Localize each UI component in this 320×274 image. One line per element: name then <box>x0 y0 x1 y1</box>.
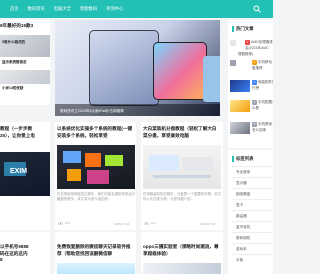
hot-4-link-line2[interactable]: 么看 <box>252 106 273 112</box>
tag-item[interactable]: 固态硬盘 <box>232 188 273 199</box>
tag-item[interactable]: 专业程序 <box>232 166 273 177</box>
eye-icon <box>58 222 63 226</box>
tag-item[interactable]: 平板 <box>232 254 273 265</box>
hot-1-thumb[interactable] <box>230 40 236 46</box>
eye-icon <box>144 222 149 226</box>
search-icon[interactable] <box>253 5 261 13</box>
article-1-excerpt: 在日常使用电脑的过程中，我们可能会遇到系统运行缓慢的情况，本文将为您介绍如何..… <box>57 192 135 202</box>
article-1-views: 301 <box>65 221 71 225</box>
tag-item[interactable]: 蓝牙耳机 <box>232 221 273 232</box>
left-item-2[interactable]: 显示系统错误怎 <box>2 60 50 66</box>
article-2-excerpt: 在电脑装机的过程中，分盘是一个重要的步骤。本文将以大白菜为例，为您详细介绍... <box>143 192 221 202</box>
hot-2-thumb[interactable] <box>230 60 236 66</box>
tags-title: 标签列表 <box>236 156 254 161</box>
hot-4-rank: 4 <box>252 100 257 105</box>
left-lower-headline[interactable]: 教程（一步步教 25），让你爱上电 <box>0 126 50 140</box>
article-1-meta: 301 <box>58 221 71 226</box>
article-2-views: 147 <box>151 221 157 225</box>
nav-item-digital-news[interactable]: 数码资讯 <box>28 6 45 11</box>
hot-5-rank: 5 <box>252 122 257 127</box>
hot-5-thumb[interactable] <box>230 122 250 134</box>
hero-caption[interactable]: 数码资讯之2024年5大新iPad价位和推荐 <box>60 109 124 113</box>
hot-3-rank: 3 <box>252 80 257 85</box>
article-2-date: 2025-07-04 <box>200 222 216 226</box>
tag-item[interactable]: 显示器 <box>232 177 273 188</box>
tablet-icon <box>89 30 159 106</box>
hot-2-link-line2[interactable]: 盘推荐 <box>252 66 273 72</box>
left-lower-thumb[interactable]: EXIM <box>0 152 50 196</box>
article-2-meta: 147 <box>144 221 157 226</box>
hot-1-rank: 1 <box>245 40 250 45</box>
nav-item-smart-digital[interactable]: 智能数码 <box>80 6 97 11</box>
tag-item[interactable]: 路由器 <box>232 210 273 221</box>
article-4-thumb[interactable] <box>143 263 221 274</box>
hot-3-link-line2[interactable]: 行榜 <box>252 86 273 92</box>
hot-5-link-line2[interactable]: 怎么回事 <box>252 128 273 134</box>
tag-item[interactable]: 游戏本 <box>232 243 273 254</box>
hot-1-link-line3[interactable]: 理器推荐) <box>238 52 273 58</box>
hot-title-accent <box>232 26 234 32</box>
hot-3-thumb[interactable] <box>230 80 250 92</box>
tag-item[interactable]: 数码相机 <box>232 232 273 243</box>
left-top-headline[interactable]: 6年最好的15款3 <box>0 23 50 31</box>
left-bottom-headline[interactable]: 以手机号9888 码在这的这内 8 <box>0 244 50 270</box>
main-nav: 首页 数码资讯 电脑大全 智能数码 评测中心 <box>0 0 132 18</box>
left-thumb-2[interactable] <box>0 70 50 84</box>
article-4-title[interactable]: oppo三摄实验室（领略时尚潮流，尊享超级体验） <box>143 244 221 258</box>
article-3-title[interactable]: 免费恢复删除的微信聊天记录软件推荐（帮助您找回误删微信聊 <box>57 244 135 258</box>
article-3-thumb[interactable] <box>57 263 135 274</box>
article-2-title[interactable]: 大白菜装机分盘教程（轻松了解大白菜分盘，享受高效电脑 <box>143 126 221 140</box>
article-1-title[interactable]: 以系统优化实操多个系统的教程(一键安装多个系统，轻松享受 <box>57 126 135 140</box>
tags-title-accent <box>232 156 234 162</box>
hero-banner[interactable]: 数码资讯之2024年5大新iPad价位和推荐 <box>55 20 220 116</box>
hot-articles-title: 热门文章 <box>236 26 254 31</box>
article-1-thumb[interactable] <box>57 145 135 189</box>
hot-4-thumb[interactable] <box>230 100 250 112</box>
tablet-rear <box>203 56 220 102</box>
left-thumb-1[interactable] <box>0 35 50 57</box>
article-1-date: 2025-07-04 <box>114 222 130 226</box>
tag-item[interactable]: 显卡 <box>232 199 273 210</box>
left-item-3[interactable]: 小米14的优缺 <box>2 86 50 92</box>
nav-item-review[interactable]: 评测中心 <box>106 6 123 11</box>
nav-item-home[interactable]: 首页 <box>10 6 19 11</box>
hot-2-rank: 2 <box>252 60 257 65</box>
left-item-1[interactable]: 5是什么档次的 <box>2 40 50 46</box>
nav-item-pc[interactable]: 电脑大全 <box>54 6 71 11</box>
article-2-thumb[interactable] <box>143 145 221 189</box>
tablet-front <box>153 42 207 100</box>
